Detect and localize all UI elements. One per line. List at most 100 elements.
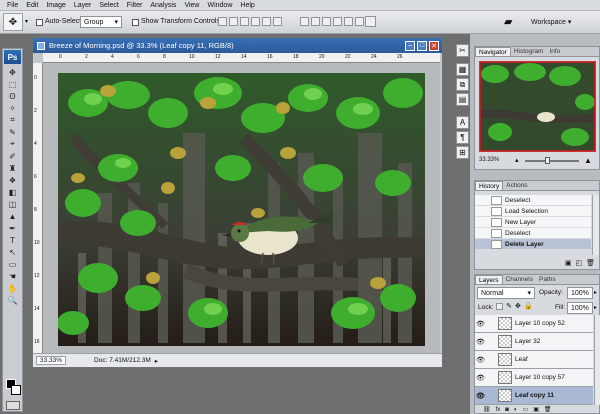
doc-size-info[interactable]: Doc: 7.41M/212.3M	[94, 357, 151, 364]
align-bottom-icon[interactable]	[240, 17, 249, 26]
menu-file[interactable]: File	[3, 0, 22, 11]
new-snapshot-icon[interactable]: ◰	[575, 259, 582, 267]
canvas-area[interactable]	[43, 63, 440, 353]
distribute-bottom-icon[interactable]	[322, 17, 331, 26]
tab-layers[interactable]: Layers	[475, 275, 503, 284]
adjustment-layer-icon[interactable]: ◐	[514, 407, 518, 413]
minimize-icon[interactable]: –	[405, 40, 415, 51]
tab-actions[interactable]: Actions	[503, 181, 530, 190]
menu-view[interactable]: View	[180, 0, 203, 11]
background-color-swatch[interactable]	[11, 385, 21, 395]
history-item-current[interactable]: Delete Layer	[475, 239, 591, 250]
zoom-tool-icon[interactable]: 🔍	[4, 294, 21, 306]
character-panel-icon[interactable]: A	[456, 116, 469, 129]
move-tool-icon[interactable]: ✥	[4, 66, 21, 78]
stamp-tool-icon[interactable]: ♜	[4, 162, 21, 174]
history-item[interactable]: New Layer	[475, 217, 591, 228]
paragraph-panel-icon[interactable]: ¶	[456, 131, 469, 144]
distribute-top-icon[interactable]	[300, 17, 309, 26]
align-right-icon[interactable]	[273, 17, 282, 26]
layer-comps-icon[interactable]: ▤	[456, 93, 469, 106]
distribute-vcenter-icon[interactable]	[311, 17, 320, 26]
lock-position-icon[interactable]: ✥	[515, 302, 521, 310]
healing-tool-icon[interactable]: ⌖	[4, 138, 21, 150]
fill-field[interactable]: 100%	[567, 302, 593, 314]
delete-layer-icon[interactable]: 🗑	[544, 406, 552, 413]
close-icon[interactable]: ✕	[429, 40, 439, 51]
layer-row[interactable]: 👁 Leaf	[475, 351, 593, 369]
maximize-icon[interactable]: □	[417, 40, 427, 51]
tab-paths[interactable]: Paths	[536, 275, 559, 284]
zoom-out-icon[interactable]: ▴	[515, 156, 519, 164]
layer-style-icon[interactable]: fx	[496, 407, 501, 413]
magic-wand-tool-icon[interactable]: ✧	[4, 102, 21, 114]
opacity-chevron-icon[interactable]: ▸	[594, 289, 597, 296]
menu-analysis[interactable]: Analysis	[146, 0, 180, 11]
show-transform-checkbox[interactable]	[132, 19, 139, 26]
notes-panel-icon[interactable]: ⊞	[456, 146, 469, 159]
distribute-left-icon[interactable]	[333, 17, 342, 26]
pen-tool-icon[interactable]: ✒	[4, 222, 21, 234]
blend-mode-dropdown[interactable]: Normal ▾	[477, 287, 535, 299]
add-mask-icon[interactable]: ◙	[505, 407, 509, 413]
history-item[interactable]: Deselect	[475, 228, 591, 239]
opacity-field[interactable]: 100%	[567, 287, 593, 299]
layer-row[interactable]: 👁 Layer 32	[475, 333, 593, 351]
menu-select[interactable]: Select	[95, 0, 122, 11]
tab-info[interactable]: Info	[546, 47, 563, 56]
new-group-icon[interactable]: ▭	[523, 406, 529, 413]
document-title-bar[interactable]: Breeze of Morning.psd @ 33.3% (Leaf copy…	[33, 38, 442, 53]
align-vcenter-icon[interactable]	[229, 17, 238, 26]
eye-icon[interactable]: 👁	[475, 374, 486, 382]
menu-image[interactable]: Image	[42, 0, 69, 11]
tab-channels[interactable]: Channels	[503, 275, 536, 284]
link-layers-icon[interactable]: ⛓	[483, 406, 491, 413]
brushes-icon[interactable]: ▦	[456, 63, 469, 76]
hand-tool-icon[interactable]: ✋	[4, 282, 21, 294]
new-layer-icon[interactable]: ▣	[533, 406, 539, 413]
lock-all-icon[interactable]: 🔒	[524, 302, 533, 310]
eye-icon[interactable]: 👁	[475, 338, 486, 346]
zoom-slider-thumb[interactable]	[545, 157, 550, 164]
menu-help[interactable]: Help	[236, 0, 258, 11]
align-hcenter-icon[interactable]	[262, 17, 271, 26]
fill-chevron-icon[interactable]: ▸	[594, 304, 597, 311]
preset-chevron-icon[interactable]: ▾	[25, 18, 28, 25]
shape-tool-icon[interactable]: ▭	[4, 258, 21, 270]
menu-layer[interactable]: Layer	[70, 0, 96, 11]
tab-histogram[interactable]: Histogram	[511, 47, 547, 56]
clone-source-icon[interactable]: ⧉	[456, 78, 469, 91]
dodge-tool-icon[interactable]: ▲	[4, 210, 21, 222]
lock-pixels-icon[interactable]: ✎	[506, 302, 512, 310]
history-item[interactable]: Load Selection	[475, 206, 591, 217]
status-menu-arrow-icon[interactable]: ▸	[155, 357, 158, 365]
history-brush-tool-icon[interactable]: ❖	[4, 174, 21, 186]
gradient-tool-icon[interactable]: ◫	[4, 198, 21, 210]
menu-edit[interactable]: Edit	[22, 0, 42, 11]
zoom-slider-track[interactable]	[525, 160, 579, 162]
zoom-in-icon[interactable]: ▲	[584, 156, 592, 165]
crop-tool-icon[interactable]: ⌗	[4, 114, 21, 126]
layers-scrollbar[interactable]	[594, 315, 600, 405]
distribute-right-icon[interactable]	[355, 17, 364, 26]
zoom-field[interactable]: 33.33%	[36, 356, 67, 365]
layer-row-selected[interactable]: 👁 Leaf copy 11	[475, 387, 593, 405]
brush-tool-icon[interactable]: ✐	[4, 150, 21, 162]
quick-mask-icon[interactable]	[6, 401, 20, 410]
align-top-icon[interactable]	[218, 17, 227, 26]
auto-select-dropdown[interactable]: Group ▾	[80, 16, 122, 28]
notes-tool-icon[interactable]: ☚	[4, 270, 21, 282]
auto-select-checkbox[interactable]	[36, 19, 43, 26]
menu-filter[interactable]: Filter	[123, 0, 147, 11]
distribute-hcenter-icon[interactable]	[344, 17, 353, 26]
menu-window[interactable]: Window	[203, 0, 236, 11]
history-item[interactable]: Deselect	[475, 195, 591, 206]
lock-transparency-icon[interactable]	[496, 303, 503, 310]
workspace-switcher[interactable]: Workspace ▾	[531, 18, 571, 26]
eraser-tool-icon[interactable]: ◧	[4, 186, 21, 198]
tab-history[interactable]: History	[475, 181, 504, 190]
layer-row[interactable]: 👁 Layer 10 copy 52	[475, 315, 593, 333]
new-document-from-state-icon[interactable]: ▣	[565, 259, 572, 267]
eyedropper-tool-icon[interactable]: ✎	[4, 126, 21, 138]
navigator-zoom-value[interactable]: 33.33%	[479, 157, 499, 163]
